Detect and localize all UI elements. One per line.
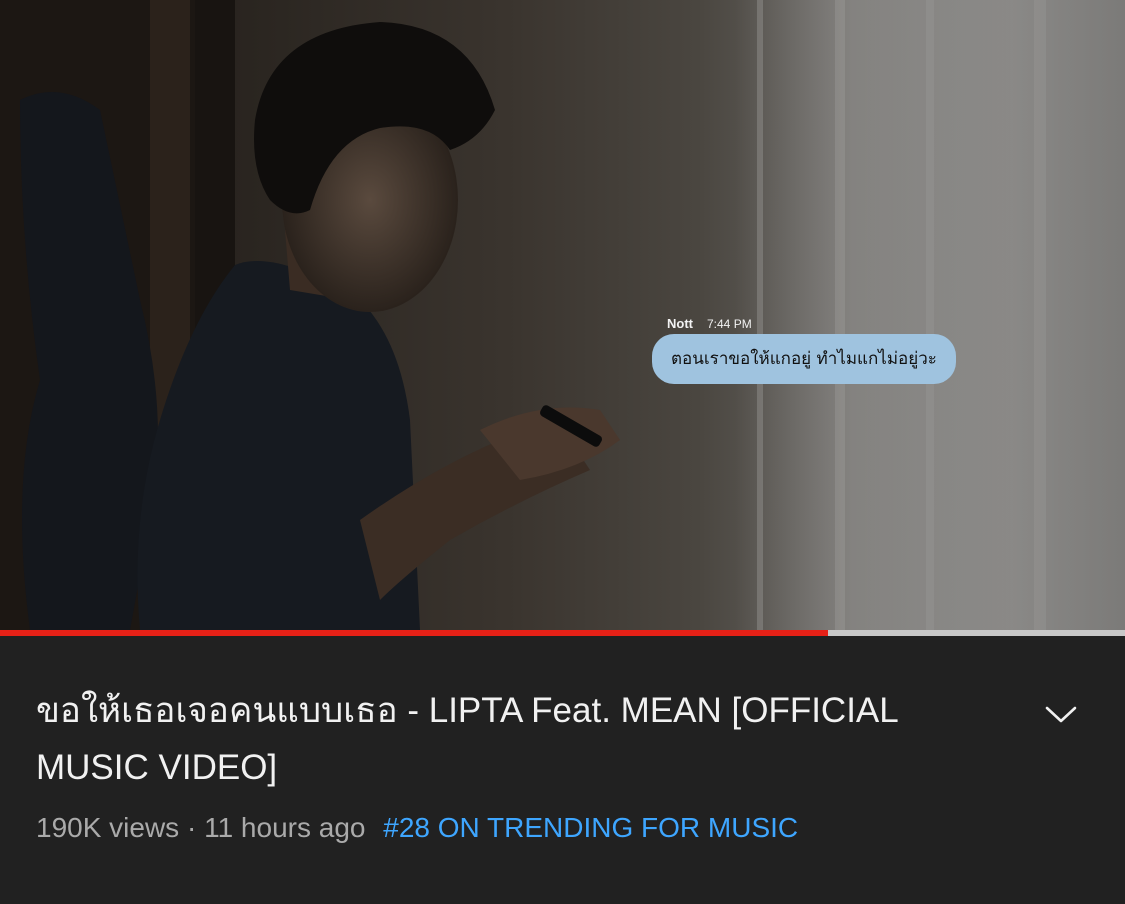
chat-message-overlay: Nott 7:44 PM ตอนเราขอให้แกอยู่ ทำไมแกไม่อ… (652, 316, 956, 384)
chat-time: 7:44 PM (707, 317, 752, 331)
video-frame (0, 0, 1125, 630)
video-player[interactable]: Nott 7:44 PM ตอนเราขอให้แกอยู่ ทำไมแกไม่อ… (0, 0, 1125, 630)
upload-age: 11 hours ago (204, 812, 366, 843)
video-meta-row: 190K views · 11 hours ago #28 ON TRENDIN… (36, 812, 798, 844)
expand-description-button[interactable] (1038, 692, 1084, 738)
chat-meta: Nott 7:44 PM (667, 316, 956, 332)
view-count: 190K views (36, 812, 180, 843)
chat-sender: Nott (667, 316, 693, 331)
chat-bubble: ตอนเราขอให้แกอยู่ ทำไมแกไม่อยู่วะ (652, 334, 956, 384)
video-info-panel: ขอให้เธอเจอคนแบบเธอ - LIPTA Feat. MEAN [… (0, 636, 1125, 904)
video-title[interactable]: ขอให้เธอเจอคนแบบเธอ - LIPTA Feat. MEAN [… (36, 682, 976, 796)
meta-separator: · (186, 812, 197, 843)
chevron-down-icon (1045, 706, 1077, 723)
trending-link[interactable]: #28 ON TRENDING FOR MUSIC (383, 812, 798, 843)
